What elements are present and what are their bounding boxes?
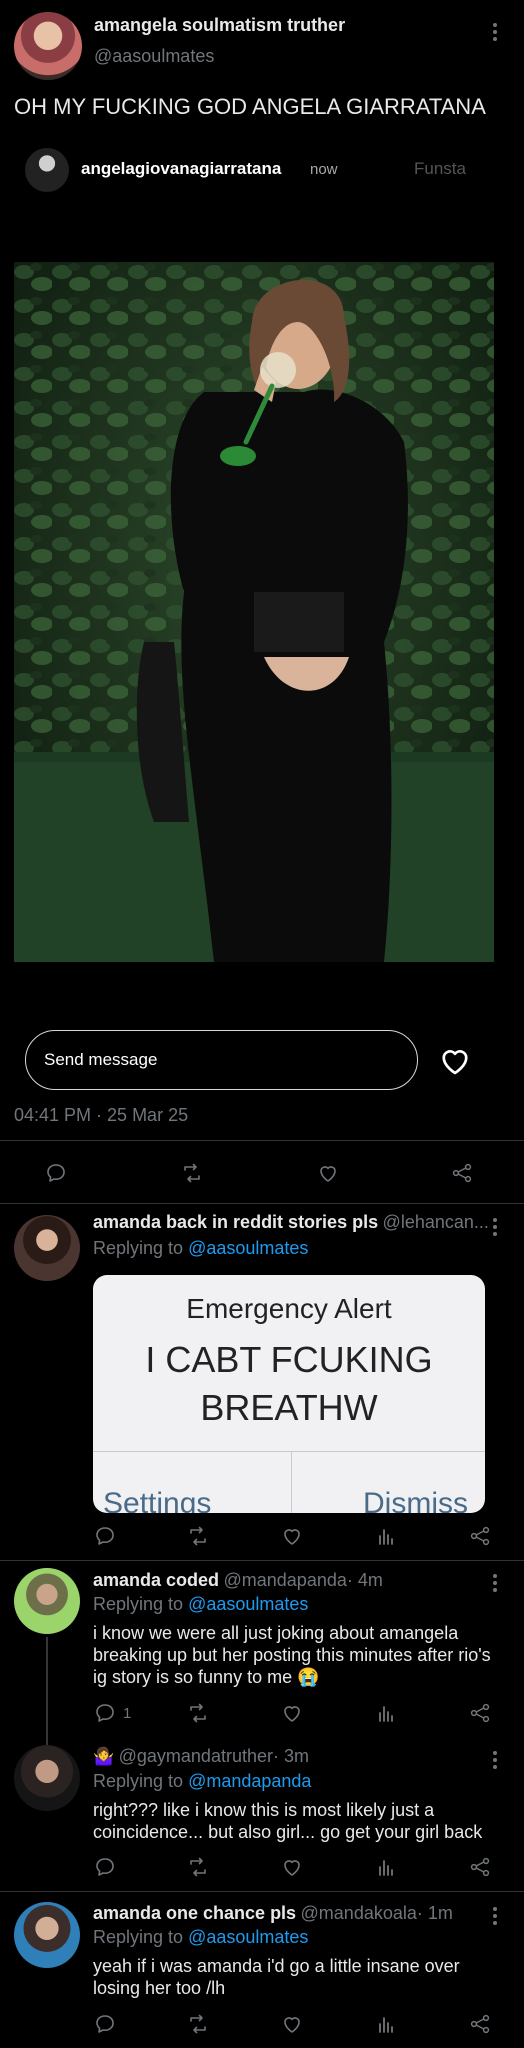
handle[interactable]: @aasoulmates (94, 46, 214, 67)
alert-settings-label: Settings (103, 1487, 212, 1513)
replying-to-handle[interactable]: @aasoulmates (188, 1594, 308, 1614)
views-icon[interactable] (374, 1851, 398, 1883)
like-icon[interactable] (280, 2008, 304, 2040)
views-icon[interactable] (374, 1697, 398, 1729)
reply-actions: 1 (0, 1697, 524, 1729)
avatar[interactable] (14, 1215, 80, 1281)
retweet-icon[interactable] (186, 1851, 210, 1883)
divider (291, 1451, 292, 1513)
divider (0, 1140, 524, 1141)
more-icon[interactable] (493, 1751, 497, 1772)
reply-count: 1 (123, 1704, 132, 1722)
share-icon[interactable] (468, 1697, 492, 1729)
tweet-actions (0, 1157, 524, 1189)
story-label: Funsta (414, 159, 466, 178)
replying-prefix: Replying to (93, 1771, 184, 1791)
replying-to: Replying to @aasoulmates (93, 1927, 308, 1948)
divider (93, 1451, 485, 1452)
alert-body-line2: BREATHW (200, 1387, 378, 1428)
handle[interactable]: @lehancan... (383, 1212, 489, 1232)
replying-prefix: Replying to (93, 1927, 184, 1947)
story-username[interactable]: angelagiovanagiarratana (81, 159, 281, 179)
like-icon[interactable] (280, 1520, 304, 1552)
divider (0, 1891, 524, 1892)
more-icon[interactable] (493, 23, 497, 44)
heart-icon[interactable] (437, 1043, 473, 1079)
message-placeholder: Send message (44, 1050, 158, 1069)
reply-actions (0, 1520, 524, 1552)
reply-header: amanda coded @mandapanda· 4m (93, 1570, 383, 1591)
display-name[interactable]: amanda back in reddit stories pls (93, 1212, 378, 1232)
avatar[interactable] (14, 1902, 80, 1968)
message-input[interactable]: Send message (25, 1030, 418, 1090)
share-icon[interactable] (468, 2008, 492, 2040)
display-name[interactable]: amanda one chance pls (93, 1903, 296, 1923)
replying-to-handle[interactable]: @aasoulmates (188, 1927, 308, 1947)
tweet-timestamp: 04:41 PM · 25 Mar 25 (14, 1105, 189, 1125)
reply-icon[interactable] (93, 1520, 117, 1552)
reply-header: 🤷‍♀️ @gaymandatruther· 3m (93, 1746, 309, 1767)
reply-text: i know we were all just joking about ama… (93, 1623, 491, 1687)
more-icon[interactable] (493, 1574, 497, 1595)
media-emergency-alert[interactable]: Emergency Alert I CABT FCUKING BREATHW S… (93, 1275, 485, 1513)
story-time: now (310, 161, 338, 178)
tweet-text: OH MY FUCKING GOD ANGELA GIARRATANA (14, 94, 486, 119)
views-icon[interactable] (374, 1520, 398, 1552)
story-photo-illustration (14, 262, 494, 962)
handle[interactable]: @mandapanda (224, 1570, 347, 1590)
views-icon[interactable] (374, 2008, 398, 2040)
display-name[interactable]: amangela soulmatism truther (94, 15, 345, 36)
reply-actions (0, 1851, 524, 1883)
more-icon[interactable] (493, 1218, 497, 1239)
retweet-icon[interactable] (180, 1157, 204, 1189)
reply-icon[interactable] (44, 1157, 68, 1189)
retweet-icon[interactable] (186, 1697, 210, 1729)
reply-text: right??? like i know this is most likely… (93, 1800, 483, 1842)
alert-body-line1: I CABT FCUKING (145, 1339, 433, 1380)
reply-icon[interactable] (93, 1851, 117, 1883)
handle[interactable]: @gaymandatruther (119, 1746, 273, 1766)
divider (0, 1203, 524, 1204)
reply-header: amanda one chance pls @mandakoala· 1m (93, 1903, 453, 1924)
replying-to-handle[interactable]: @aasoulmates (188, 1238, 308, 1258)
replying-to: Replying to @aasoulmates (93, 1238, 308, 1259)
display-name[interactable]: amanda coded (93, 1570, 219, 1590)
like-icon[interactable] (280, 1697, 304, 1729)
time: · 3m (272, 1746, 309, 1766)
reply-text: yeah if i was amanda i'd go a little ins… (93, 1956, 460, 1998)
share-icon[interactable] (450, 1157, 474, 1189)
divider (0, 1560, 524, 1561)
reply-button[interactable]: 1 (93, 1697, 131, 1729)
share-icon[interactable] (468, 1520, 492, 1552)
story-avatar[interactable] (25, 148, 69, 192)
like-icon[interactable] (316, 1157, 340, 1189)
reply-icon (93, 1701, 117, 1725)
share-icon[interactable] (468, 1851, 492, 1883)
reply-header: amanda back in reddit stories pls @lehan… (93, 1212, 489, 1233)
alert-title: Emergency Alert (186, 1293, 392, 1324)
story-photo[interactable] (14, 262, 494, 962)
replying-to: Replying to @mandapanda (93, 1771, 311, 1792)
replying-prefix: Replying to (93, 1594, 184, 1614)
avatar[interactable] (14, 12, 82, 80)
avatar[interactable] (14, 1568, 80, 1634)
reply-icon[interactable] (93, 2008, 117, 2040)
avatar[interactable] (14, 1745, 80, 1811)
display-name-emoji[interactable]: 🤷‍♀️ (93, 1747, 114, 1766)
reply-actions (0, 2008, 524, 2040)
replying-to: Replying to @aasoulmates (93, 1594, 308, 1615)
retweet-icon[interactable] (186, 1520, 210, 1552)
retweet-icon[interactable] (186, 2008, 210, 2040)
time: · 4m (346, 1570, 383, 1590)
time: · 1m (416, 1903, 453, 1923)
more-icon[interactable] (493, 1907, 497, 1928)
replying-prefix: Replying to (93, 1238, 184, 1258)
like-icon[interactable] (280, 1851, 304, 1883)
replying-to-handle[interactable]: @mandapanda (188, 1771, 311, 1791)
alert-dismiss-label: Dismiss (363, 1487, 468, 1513)
handle[interactable]: @mandakoala (301, 1903, 417, 1923)
